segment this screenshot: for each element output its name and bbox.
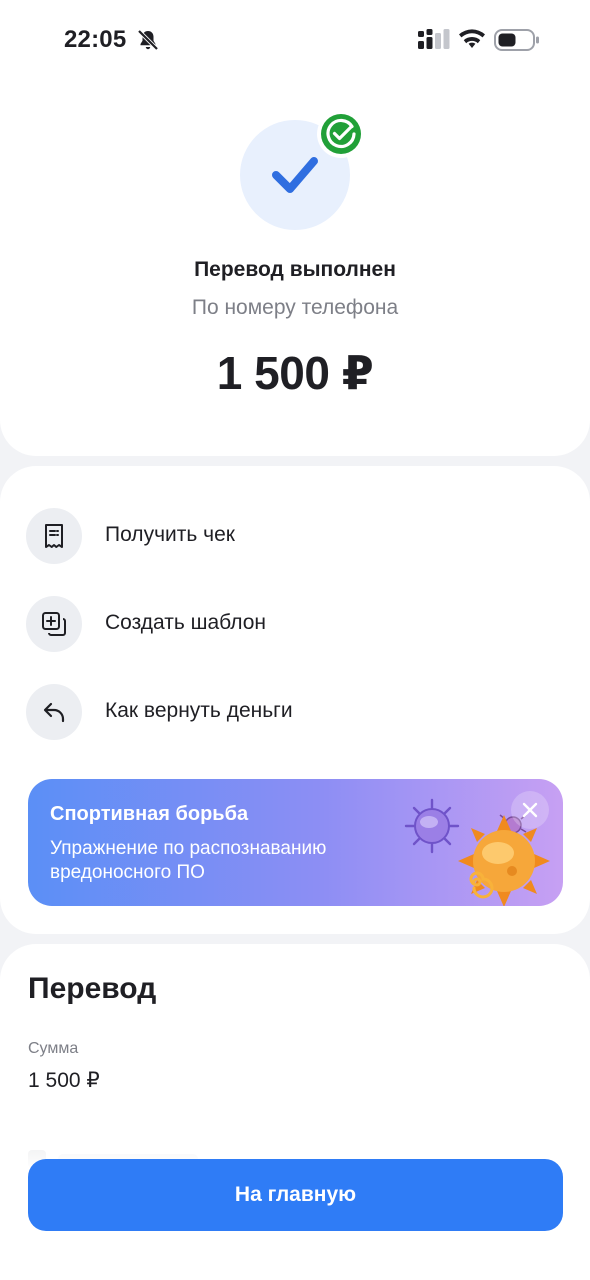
receipt-icon (45, 524, 63, 548)
get-receipt-action[interactable]: Получить чек (26, 508, 566, 564)
promo-banner[interactable]: Спортивная борьба Упражнение по распозна… (28, 779, 563, 906)
amount-field-value: 1 500 ₽ (28, 1069, 100, 1092)
transfer-success-screen: 22:05 Перевод выполнен По номеру телефон… (0, 0, 590, 1280)
return-icon-wrap (26, 684, 82, 740)
result-card: 22:05 Перевод выполнен По номеру телефон… (0, 0, 590, 456)
promo-close-button[interactable] (511, 791, 549, 829)
wifi-icon (459, 29, 485, 48)
template-icon (42, 612, 66, 636)
check-circle-icon (321, 114, 361, 154)
return-arrow-icon (43, 702, 65, 723)
details-title: Перевод (28, 972, 157, 1005)
refund-info-label: Как вернуть деньги (105, 699, 293, 722)
success-badge (317, 110, 365, 158)
amount-field-label: Сумма (28, 1040, 79, 1057)
template-icon-wrap (26, 596, 82, 652)
promo-title: Спортивная борьба (50, 803, 249, 825)
close-icon (522, 802, 538, 818)
get-receipt-label: Получить чек (105, 523, 235, 546)
go-home-button[interactable]: На главную (28, 1159, 563, 1231)
promo-text: Упражнение по распознаванию вредоносного… (50, 838, 327, 883)
bell-off-icon (137, 29, 159, 51)
create-template-label: Создать шаблон (105, 611, 267, 634)
status-bar: 22:05 (0, 0, 590, 80)
result-subtitle: По номеру телефона (191, 296, 399, 319)
refund-info-action[interactable]: Как вернуть деньги (26, 684, 566, 740)
battery-icon (494, 29, 539, 51)
status-time: 22:05 (64, 26, 127, 53)
create-template-action[interactable]: Создать шаблон (26, 596, 566, 652)
result-amount: 1 500 ₽ (216, 347, 374, 399)
actions-card: Получить чек Создать шаблон Как вернуть … (0, 466, 590, 934)
receipt-icon-wrap (26, 508, 82, 564)
result-title: Перевод выполнен (194, 258, 396, 281)
signal-icon (418, 29, 450, 49)
checkmark-icon (272, 157, 318, 193)
